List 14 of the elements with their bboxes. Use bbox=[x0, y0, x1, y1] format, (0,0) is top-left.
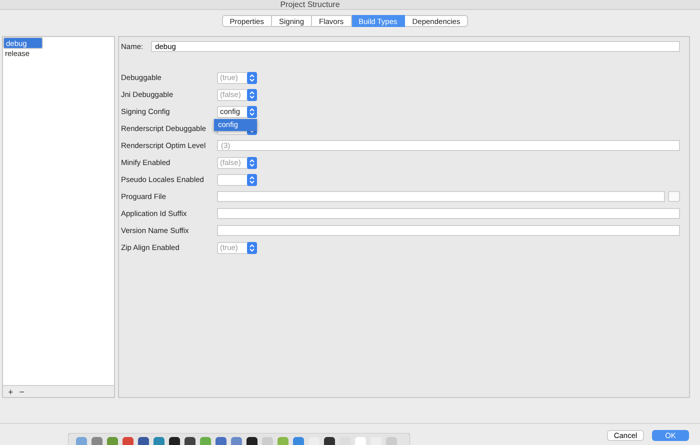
browse-button[interactable] bbox=[668, 191, 680, 202]
stepper-icon bbox=[247, 88, 257, 100]
add-button[interactable]: + bbox=[6, 386, 16, 397]
stepper-icon bbox=[246, 106, 257, 118]
input-field[interactable] bbox=[217, 208, 680, 219]
input-field[interactable] bbox=[217, 191, 665, 202]
stepper-icon bbox=[246, 242, 257, 254]
stepper-icon bbox=[247, 174, 257, 186]
remove-button[interactable]: − bbox=[17, 386, 27, 397]
stepper-icon bbox=[246, 72, 257, 84]
window-title: Project Structure bbox=[280, 0, 340, 9]
input-field[interactable] bbox=[217, 225, 680, 236]
dropdown[interactable] bbox=[217, 174, 257, 186]
stepper-icon bbox=[247, 156, 257, 168]
